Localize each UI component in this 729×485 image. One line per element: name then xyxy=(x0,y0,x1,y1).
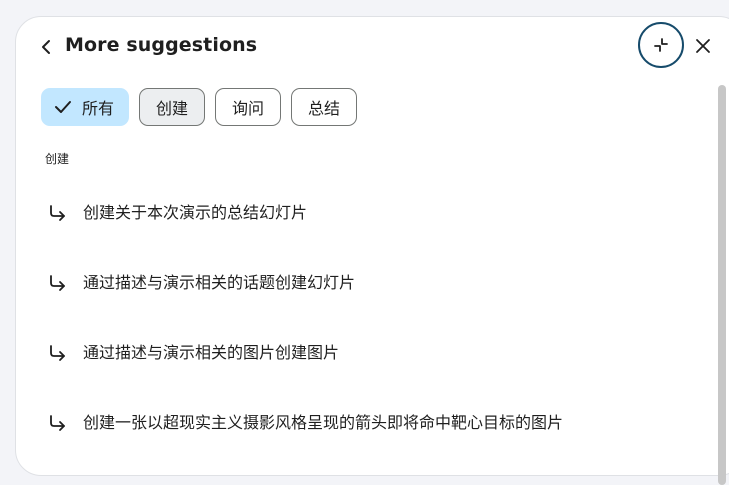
filter-chip-create[interactable]: 创建 xyxy=(139,88,206,126)
suggestion-item[interactable]: 创建关于本次演示的总结幻灯片 xyxy=(46,187,686,257)
collapse-icon xyxy=(654,38,668,52)
filter-chip-label: 创建 xyxy=(156,99,189,118)
subdirectory-arrow-icon xyxy=(46,412,68,434)
subdirectory-arrow-icon xyxy=(46,342,68,364)
collapse-button[interactable] xyxy=(638,22,684,68)
filter-chip-label: 询问 xyxy=(232,99,265,118)
back-button[interactable] xyxy=(36,35,56,59)
filter-chip-summarize[interactable]: 总结 xyxy=(291,88,358,126)
suggestion-item[interactable]: 通过描述与演示相关的话题创建幻灯片 xyxy=(46,257,686,327)
suggestion-text: 创建一张以超现实主义摄影风格呈现的箭头即将命中靶心目标的图片 xyxy=(83,413,564,432)
filter-chip-label: 总结 xyxy=(308,99,341,118)
chevron-left-icon xyxy=(42,40,50,54)
suggestions-panel: More suggestions 所有 创建 询问 总结 创建 创建关于本次演示… xyxy=(15,16,729,485)
filter-chip-ask[interactable]: 询问 xyxy=(215,88,282,126)
suggestion-text: 通过描述与演示相关的话题创建幻灯片 xyxy=(83,273,356,292)
suggestion-item[interactable]: 通过描述与演示相关的图片创建图片 xyxy=(46,327,686,397)
check-icon xyxy=(54,100,72,114)
filter-chip-label: 所有 xyxy=(82,99,115,118)
suggestion-text: 创建关于本次演示的总结幻灯片 xyxy=(83,203,308,222)
close-icon xyxy=(696,39,710,53)
close-button[interactable] xyxy=(692,35,714,57)
subdirectory-arrow-icon xyxy=(46,272,68,294)
suggestion-text: 通过描述与演示相关的图片创建图片 xyxy=(83,343,340,362)
subdirectory-arrow-icon xyxy=(46,202,68,224)
page-title: More suggestions xyxy=(65,34,258,56)
suggestion-list: 创建关于本次演示的总结幻灯片 通过描述与演示相关的话题创建幻灯片 通过描述与演示… xyxy=(46,187,686,467)
section-heading: 创建 xyxy=(45,152,70,166)
scrollbar[interactable] xyxy=(718,85,726,485)
panel-header: More suggestions xyxy=(16,17,729,77)
suggestion-item[interactable]: 创建一张以超现实主义摄影风格呈现的箭头即将命中靶心目标的图片 xyxy=(46,397,686,467)
filter-chips: 所有 创建 询问 总结 xyxy=(41,88,358,126)
filter-chip-all[interactable]: 所有 xyxy=(41,88,130,126)
